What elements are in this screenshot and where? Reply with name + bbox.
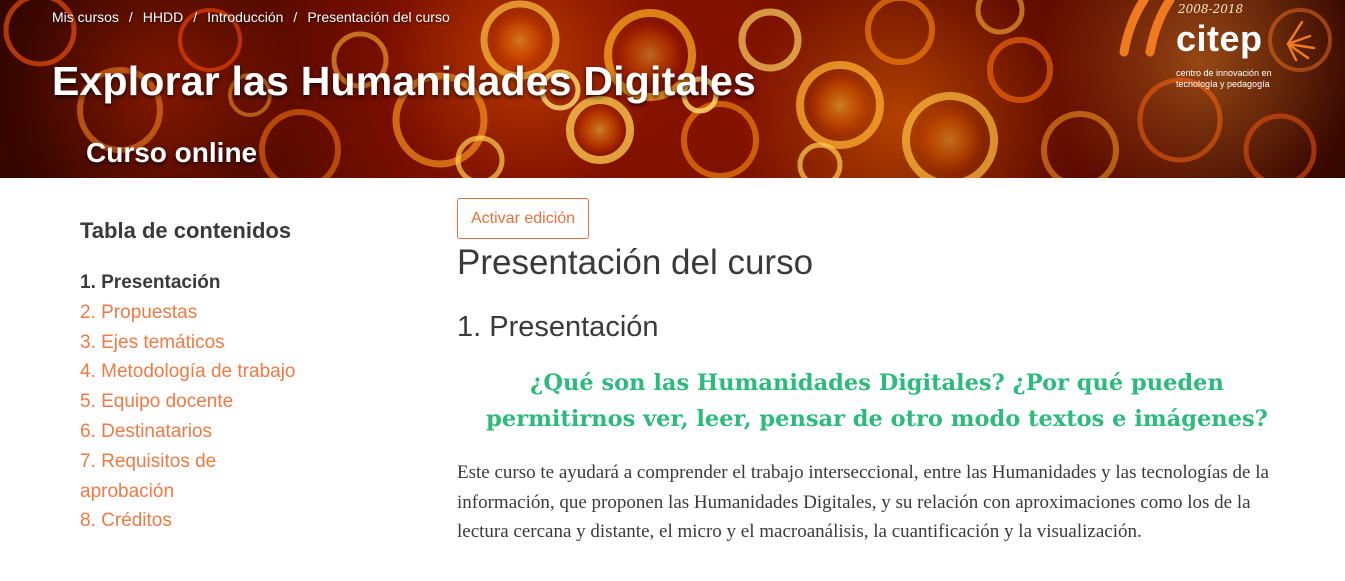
breadcrumb-separator: / <box>293 9 298 25</box>
toc-item-presentacion: 1. Presentación <box>80 272 221 293</box>
breadcrumb: Mis cursos / HHDD / Introducción / Presentació… <box>52 9 450 25</box>
page-title: Presentación del curso <box>457 243 814 282</box>
logo-brand: citep <box>1176 18 1263 59</box>
breadcrumb-link-introduccion[interactable]: Introducción <box>207 9 283 25</box>
intro-question-heading: ¿Qué son las Humanidades Digitales? ¿Por… <box>486 370 1268 432</box>
toc-item-destinatarios[interactable]: 6. Destinatarios <box>80 417 410 447</box>
toc-item-creditos[interactable]: 8. Créditos <box>80 506 410 536</box>
logo-tagline-2: tecnología y pedagogía <box>1176 79 1270 89</box>
activar-edicion-button[interactable]: Activar edición <box>457 198 590 239</box>
citep-logo: 2008-2018 citep centro de innovación en … <box>1110 0 1330 95</box>
toc-title: Tabla de contenidos <box>80 218 292 243</box>
section-title: 1. Presentación <box>457 311 659 343</box>
logo-years: 2008-2018 <box>1178 2 1244 16</box>
course-subtitle: Curso online <box>86 137 258 168</box>
toc-item-ejes-tematicos[interactable]: 3. Ejes temáticos <box>80 328 410 358</box>
main-content: Activar edición Presentación del curso 1… <box>457 198 1317 547</box>
logo-tagline-1: centro de innovación en <box>1176 68 1272 78</box>
breadcrumb-link-mis-cursos[interactable]: Mis cursos <box>52 9 119 25</box>
breadcrumb-link-hhdd[interactable]: HHDD <box>143 9 183 25</box>
course-title: Explorar las Humanidades Digitales <box>52 58 757 104</box>
course-header-banner: Mis cursos / HHDD / Introducción / Presentació… <box>0 0 1345 178</box>
toc-item-propuestas[interactable]: 2. Propuestas <box>80 298 410 328</box>
breadcrumb-separator: / <box>193 9 198 25</box>
toc-item-requisitos[interactable]: 7. Requisitos de aprobación <box>80 447 240 507</box>
breadcrumb-current: Presentación del curso <box>307 9 450 25</box>
table-of-contents: Tabla de contenidos 1. Presentación 2. P… <box>80 218 410 536</box>
intro-paragraph: Este curso te ayudará a comprender el tr… <box>457 462 1269 543</box>
toc-item-equipo-docente[interactable]: 5. Equipo docente <box>80 387 410 417</box>
toc-item-metodologia[interactable]: 4. Metodología de trabajo <box>80 357 410 387</box>
breadcrumb-separator: / <box>128 9 133 25</box>
toc-list: 1. Presentación 2. Propuestas 3. Ejes te… <box>80 268 410 536</box>
